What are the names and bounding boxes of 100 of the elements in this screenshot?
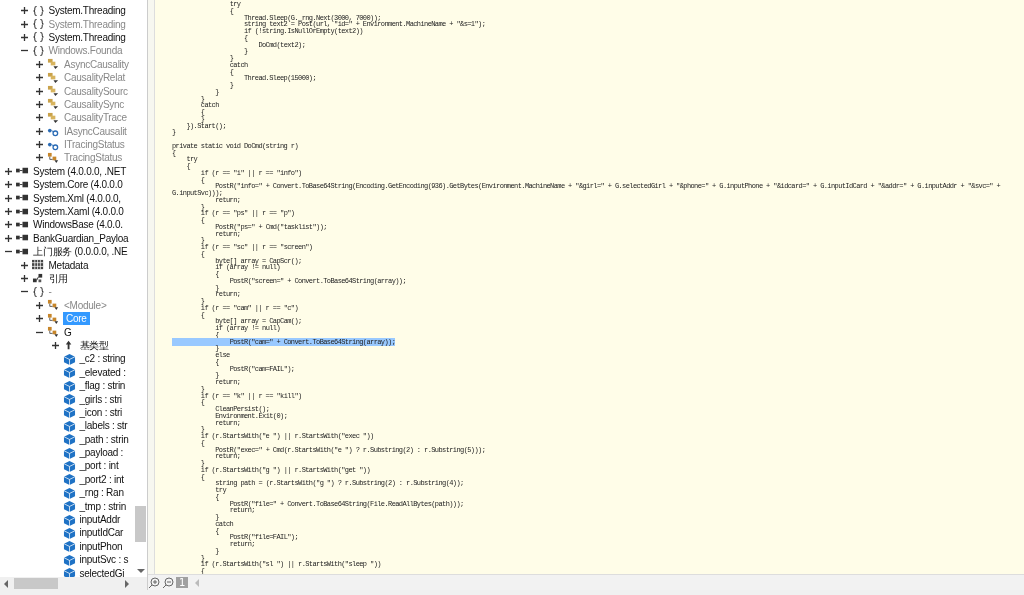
class-icon	[47, 312, 60, 325]
tree-item[interactable]: BankGuardian_Payloa	[32, 231, 130, 245]
class-icon	[47, 299, 60, 312]
tree-item[interactable]: -	[47, 285, 53, 299]
expand-icon[interactable]	[35, 126, 44, 136]
tree-item[interactable]: _labels : str	[78, 419, 129, 433]
scrollbar-thumb[interactable]	[14, 578, 58, 589]
cube-icon	[62, 486, 76, 499]
expand-icon[interactable]	[4, 193, 13, 203]
tree-item[interactable]: inputAddr	[78, 513, 122, 527]
class-icon	[47, 326, 60, 339]
tree-item[interactable]: CausalityRelat	[63, 71, 126, 85]
tree-item[interactable]: Windows.Founda	[47, 44, 124, 58]
tree-item[interactable]: inputIdCar	[78, 526, 125, 540]
expand-icon[interactable]	[4, 220, 13, 230]
expand-icon[interactable]	[19, 260, 29, 270]
tree-item[interactable]: System.Xml (4.0.0.0,	[32, 191, 122, 205]
tree-item[interactable]: selectedGi	[78, 566, 126, 577]
tree-item[interactable]: Metadata	[47, 258, 90, 272]
tree-item[interactable]: _port : int	[78, 459, 120, 473]
cube-icon	[62, 352, 76, 365]
tree-item[interactable]: TracingStatus	[63, 151, 124, 165]
tree-item[interactable]: 上门服务 (0.0.0.0, .NE	[32, 245, 129, 259]
tree-item[interactable]: G	[63, 325, 73, 339]
tree-item[interactable]: _rng : Ran	[78, 486, 125, 500]
grid-icon	[31, 259, 45, 272]
class-icon	[47, 98, 60, 111]
cube-icon	[62, 459, 76, 472]
horizontal-scrollbar[interactable]	[0, 577, 147, 590]
tree-item[interactable]: 基类型	[78, 338, 110, 352]
tree-item[interactable]: System (4.0.0.0, .NET	[32, 164, 128, 178]
expand-icon[interactable]	[35, 113, 44, 123]
expand-icon[interactable]	[19, 32, 29, 42]
zoom-in-icon[interactable]	[148, 576, 160, 589]
tree-item[interactable]: _girls : stri	[78, 392, 123, 406]
braces-icon	[31, 18, 45, 31]
expand-icon[interactable]	[35, 300, 44, 310]
tree-item[interactable]: inputPhon	[78, 539, 124, 553]
tree-item[interactable]: _tmp : strin	[78, 499, 127, 513]
scroll-left-icon[interactable]	[4, 579, 8, 588]
scrollbar-thumb[interactable]	[135, 506, 146, 542]
expand-icon[interactable]	[4, 180, 13, 190]
tree-item[interactable]: System.Threading	[47, 4, 127, 18]
expand-icon[interactable]	[35, 140, 44, 150]
expand-icon[interactable]	[35, 314, 44, 324]
expand-icon[interactable]	[19, 6, 29, 16]
tree-item[interactable]: _port2 : int	[78, 472, 125, 486]
cube-icon	[62, 553, 76, 566]
tree-item[interactable]: WindowsBase (4.0.0.	[32, 218, 124, 232]
tree-item[interactable]: 引用	[47, 272, 69, 285]
expand-icon[interactable]	[35, 153, 44, 163]
class-icon	[47, 152, 60, 164]
tree-item[interactable]: System.Core (4.0.0.0	[32, 178, 124, 192]
expand-icon[interactable]	[4, 233, 13, 243]
cube-icon	[62, 406, 76, 419]
tree-item[interactable]: AsyncCausality	[63, 57, 130, 71]
tree-item[interactable]: inputSvc : s	[78, 553, 130, 567]
tree-item[interactable]: IAsyncCausalit	[63, 124, 128, 138]
cube-icon	[62, 433, 76, 446]
tree-item[interactable]: System.Threading	[47, 17, 127, 31]
expand-icon[interactable]	[35, 73, 44, 83]
cube-icon	[62, 366, 76, 379]
braces-icon	[31, 31, 45, 44]
expand-icon[interactable]	[35, 59, 44, 69]
cube-icon	[62, 379, 76, 392]
tree-item[interactable]: System.Threading	[47, 30, 127, 44]
scroll-down-icon[interactable]	[136, 569, 145, 573]
cube-icon	[62, 540, 76, 553]
expand-icon[interactable]	[19, 274, 29, 283]
tree-item[interactable]: _path : strin	[78, 432, 130, 446]
tree-item[interactable]: _c2 : string	[78, 352, 127, 366]
cube-icon	[62, 500, 76, 513]
expand-icon[interactable]	[19, 19, 29, 29]
expand-icon[interactable]	[35, 86, 44, 96]
cube-icon	[62, 419, 76, 432]
tree-item[interactable]: _elevated :	[78, 365, 127, 379]
class-icon	[47, 111, 60, 124]
zoom-out-icon[interactable]	[162, 576, 174, 589]
tree-item[interactable]: System.Xaml (4.0.0.0	[32, 205, 125, 219]
tree-item[interactable]: _flag : strin	[78, 379, 127, 393]
tree-item[interactable]: _icon : stri	[78, 405, 124, 419]
cube-icon	[62, 393, 76, 405]
tree-item[interactable]: CausalitySourc	[63, 84, 129, 98]
tree-item[interactable]: CausalitySync	[63, 97, 126, 111]
expand-icon[interactable]	[50, 340, 60, 350]
braces-icon	[31, 4, 45, 17]
expand-icon[interactable]	[35, 99, 44, 109]
class-icon	[47, 71, 60, 84]
tree-item[interactable]: CausalityTrace	[63, 111, 128, 125]
cube-icon	[62, 513, 76, 526]
tree-item[interactable]: <Module>	[63, 298, 108, 312]
cube-icon	[62, 526, 76, 539]
cube-icon	[62, 567, 76, 577]
tree-item[interactable]: _payload :	[78, 446, 125, 460]
expand-icon[interactable]	[4, 166, 13, 176]
expand-icon[interactable]	[4, 207, 13, 217]
tree-item[interactable]: ITracingStatus	[63, 138, 126, 152]
cube-icon	[62, 446, 76, 459]
cube-icon	[62, 473, 76, 486]
scroll-right-icon[interactable]	[125, 579, 129, 588]
